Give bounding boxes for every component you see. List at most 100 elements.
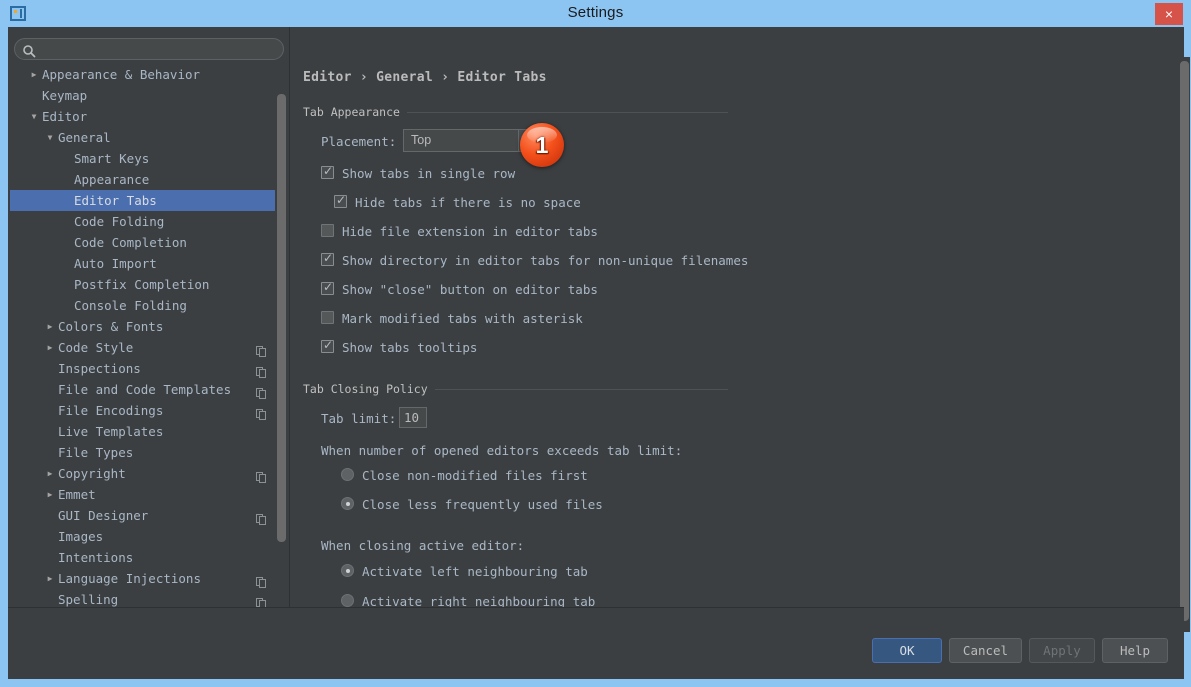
settings-window: Settings × ▶Appearance & BehaviorKeymap▼… [0, 0, 1191, 687]
radio-close-non-modified-first[interactable] [341, 468, 354, 481]
chevron-right-icon[interactable]: ▶ [28, 64, 40, 85]
search-icon [22, 43, 36, 57]
sidebar-item-label: File Encodings [58, 400, 163, 421]
checkbox-show-directory[interactable]: ✓ [321, 253, 334, 266]
sidebar-item-label: Live Templates [58, 421, 163, 442]
sidebar-item-live-templates[interactable]: Live Templates [10, 421, 281, 442]
tab-limit-label: Tab limit: [321, 411, 396, 426]
copy-page-icon [256, 510, 267, 521]
chevron-right-icon[interactable]: ▶ [44, 484, 56, 505]
apply-button[interactable]: Apply [1029, 638, 1095, 663]
sidebar-item-label: Postfix Completion [74, 274, 209, 295]
sidebar-item-auto-import[interactable]: Auto Import [10, 253, 281, 274]
chevron-right-icon[interactable]: ▶ [44, 568, 56, 589]
chevron-right-icon[interactable]: ▶ [44, 463, 56, 484]
sidebar-item-keymap[interactable]: Keymap [10, 85, 281, 106]
checkbox-show-close-button[interactable]: ✓ [321, 282, 334, 295]
content-scrollbar-track[interactable] [1178, 57, 1190, 632]
sidebar-item-label: GUI Designer [58, 505, 148, 526]
chevron-right-icon[interactable]: ▶ [44, 337, 56, 358]
check-icon: ✓ [323, 165, 333, 178]
sidebar-item-label: File Types [58, 442, 133, 463]
search-input[interactable] [41, 40, 281, 60]
sidebar-item-intentions[interactable]: Intentions [10, 547, 281, 568]
checkbox-label-0[interactable]: Show tabs in single row [342, 166, 515, 181]
help-button[interactable]: Help [1102, 638, 1168, 663]
sidebar-item-file-encodings[interactable]: File Encodings [10, 400, 281, 421]
copy-page-icon [256, 384, 267, 395]
checkbox-label-5[interactable]: Mark modified tabs with asterisk [342, 311, 583, 326]
sidebar-item-inspections[interactable]: Inspections [10, 358, 281, 379]
group-title-tab-closing-policy: Tab Closing Policy [303, 382, 435, 396]
copy-page-icon [256, 468, 267, 479]
checkbox-show-tabs-tooltips[interactable]: ✓ [321, 340, 334, 353]
chevron-down-icon[interactable]: ▼ [44, 127, 56, 148]
checkbox-hide-tabs-no-space[interactable]: ✓ [334, 195, 347, 208]
sidebar-item-file-and-code-templates[interactable]: File and Code Templates [10, 379, 281, 400]
radio-activate-right-tab[interactable] [341, 594, 354, 607]
sidebar-item-colors-fonts[interactable]: ▶Colors & Fonts [10, 316, 281, 337]
copy-page-icon [256, 573, 267, 584]
title-bar: Settings × [0, 0, 1191, 27]
sidebar-item-label: Code Folding [74, 211, 164, 232]
checkbox-label-4[interactable]: Show "close" button on editor tabs [342, 282, 598, 297]
sidebar-item-gui-designer[interactable]: GUI Designer [10, 505, 281, 526]
sidebar-item-label: Keymap [42, 85, 87, 106]
checkbox-label-2[interactable]: Hide file extension in editor tabs [342, 224, 598, 239]
ok-button[interactable]: OK [872, 638, 942, 663]
sidebar-item-label: Appearance & Behavior [42, 64, 200, 85]
radio-activate-left-tab[interactable] [341, 564, 354, 577]
copy-page-icon [256, 342, 267, 353]
sidebar-item-label: Console Folding [74, 295, 187, 316]
close-icon[interactable]: × [1155, 3, 1183, 25]
search-box[interactable] [14, 38, 284, 60]
chevron-down-icon[interactable]: ▼ [28, 106, 40, 127]
sidebar-item-code-style[interactable]: ▶Code Style [10, 337, 281, 358]
checkbox-label-1[interactable]: Hide tabs if there is no space [355, 195, 581, 210]
check-icon: ✓ [323, 339, 333, 352]
radio-label-exceed-1[interactable]: Close less frequently used files [362, 497, 603, 512]
checkbox-show-tabs-single-row[interactable]: ✓ [321, 166, 334, 179]
radio-close-less-frequently-used[interactable] [341, 497, 354, 510]
checkbox-mark-modified-asterisk[interactable] [321, 311, 334, 324]
annotation-badge-number: 1 [520, 123, 564, 167]
sidebar-item-editor-tabs[interactable]: Editor Tabs [10, 190, 281, 211]
radio-label-exceed-0[interactable]: Close non-modified files first [362, 468, 588, 483]
sidebar-item-copyright[interactable]: ▶Copyright [10, 463, 281, 484]
sidebar-item-appearance[interactable]: Appearance [10, 169, 281, 190]
sidebar-item-code-folding[interactable]: Code Folding [10, 211, 281, 232]
sidebar-item-images[interactable]: Images [10, 526, 281, 547]
content-scrollbar-thumb[interactable] [1180, 61, 1189, 621]
radio-label-closing-0[interactable]: Activate left neighbouring tab [362, 564, 588, 579]
checkbox-hide-file-extension[interactable] [321, 224, 334, 237]
sidebar-item-console-folding[interactable]: Console Folding [10, 295, 281, 316]
settings-tree[interactable]: ▶Appearance & BehaviorKeymap▼Editor▼Gene… [10, 64, 281, 632]
sidebar-item-smart-keys[interactable]: Smart Keys [10, 148, 281, 169]
checkbox-label-3[interactable]: Show directory in editor tabs for non-un… [342, 253, 748, 268]
cancel-button[interactable]: Cancel [949, 638, 1022, 663]
radio-dot-icon [346, 569, 350, 573]
sidebar-item-label: File and Code Templates [58, 379, 231, 400]
sidebar-item-file-types[interactable]: File Types [10, 442, 281, 463]
tab-limit-input[interactable] [399, 407, 427, 428]
sidebar-item-postfix-completion[interactable]: Postfix Completion [10, 274, 281, 295]
radio-dot-icon [346, 502, 350, 506]
sidebar-item-code-completion[interactable]: Code Completion [10, 232, 281, 253]
sidebar-item-label: Inspections [58, 358, 141, 379]
sidebar-item-language-injections[interactable]: ▶Language Injections [10, 568, 281, 589]
sidebar-item-general[interactable]: ▼General [10, 127, 281, 148]
placement-label: Placement: [321, 134, 396, 149]
sidebar-item-appearance-behavior[interactable]: ▶Appearance & Behavior [10, 64, 281, 85]
radio-label-closing-1[interactable]: Activate right neighbouring tab [362, 594, 595, 607]
checkbox-label-6[interactable]: Show tabs tooltips [342, 340, 477, 355]
sidebar-item-label: Auto Import [74, 253, 157, 274]
chevron-right-icon[interactable]: ▶ [44, 316, 56, 337]
sidebar-item-emmet[interactable]: ▶Emmet [10, 484, 281, 505]
sidebar-scrollbar-thumb[interactable] [277, 94, 286, 542]
sidebar-item-label: Copyright [58, 463, 126, 484]
sidebar-item-editor[interactable]: ▼Editor [10, 106, 281, 127]
dialog-footer: OK Cancel Apply Help [8, 608, 1184, 679]
check-icon: ✓ [323, 281, 333, 294]
sidebar-scrollbar-track[interactable] [275, 64, 287, 632]
placement-value: Top [411, 133, 431, 147]
